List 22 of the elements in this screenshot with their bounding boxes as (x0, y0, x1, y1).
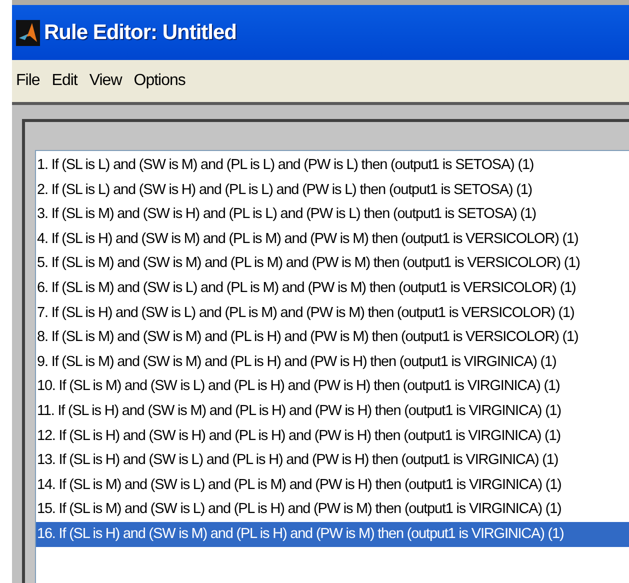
menu-item[interactable]: Options (134, 69, 186, 93)
rule-item[interactable]: 11. If (SL is H) and (SW is M) and (PL is H) and (PW is H) then (output1 is VIRGINICA) (1) (36, 398, 629, 424)
rule-item[interactable]: 16. If (SL is H) and (SW is M) and (PL is H) and (PW is M) then (output1 is VIRGINICA) (1) (36, 522, 629, 546)
rule-item[interactable]: 13. If (SL is H) and (SW is L) and (PL is H) and (PW is H) then (output1 is VIRGINICA) (1) (36, 448, 629, 473)
rule-item[interactable]: 4. If (SL is H) and (SW is M) and (PL is M) and (PW is M) then (output1 is VERSICOLOR) (1) (36, 226, 629, 252)
rule-item[interactable]: 8. If (SL is M) and (SW is M) and (PL is H) and (PW is M) then (output1 is VERSICOLOR) (1) (36, 325, 629, 350)
menu-item[interactable]: View (89, 69, 122, 93)
rule-item[interactable]: 2. If (SL is L) and (SW is H) and (PL is L) and (PW is L) then (output1 is SETOSA) (1) (36, 178, 629, 202)
rule-item[interactable]: 6. If (SL is M) and (SW is L) and (PL is M) and (PW is M) then (output1 is VERSICOLOR) (1) (36, 276, 629, 301)
rule-item[interactable]: 1. If (SL is L) and (SW is M) and (PL is L) and (PW is L) then (output1 is SETOSA) (1) (36, 153, 629, 178)
menu-item[interactable]: File (16, 69, 40, 93)
window-title: Rule Editor: Untitled (44, 20, 236, 46)
rule-item[interactable]: 5. If (SL is M) and (SW is M) and (PL is M) and (PW is M) then (output1 is VERSICOLOR) (1) (36, 251, 629, 276)
rule-item[interactable]: 10. If (SL is M) and (SW is L) and (PL is H) and (PW is H) then (output1 is VIRGINICA) (1) (36, 374, 629, 399)
rule-item[interactable]: 12. If (SL is H) and (SW is H) and (PL is H) and (PW is H) then (output1 is VIRGINICA) (1) (36, 424, 629, 448)
menu-item[interactable]: Edit (52, 69, 78, 93)
rule-item[interactable]: 3. If (SL is M) and (SW is H) and (PL is L) and (PW is L) then (output1 is SETOSA) (1) (36, 202, 629, 227)
rule-item[interactable]: 9. If (SL is M) and (SW is M) and (PL is H) and (PW is H) then (output1 is VIRGINICA) (1) (36, 350, 629, 374)
rule-item[interactable]: 14. If (SL is M) and (SW is L) and (PL is M) and (PW is H) then (output1 is VIRGINICA) (1) (36, 472, 629, 498)
rule-item[interactable]: 15. If (SL is M) and (SW is L) and (PL is H) and (PW is M) then (output1 is VIRGINICA) (1) (36, 497, 629, 522)
rule-item[interactable]: 7. If (SL is H) and (SW is L) and (PL is M) and (PW is M) then (output1 is VERSICOLOR) (1) (36, 300, 629, 326)
app-logo-icon (16, 20, 40, 46)
